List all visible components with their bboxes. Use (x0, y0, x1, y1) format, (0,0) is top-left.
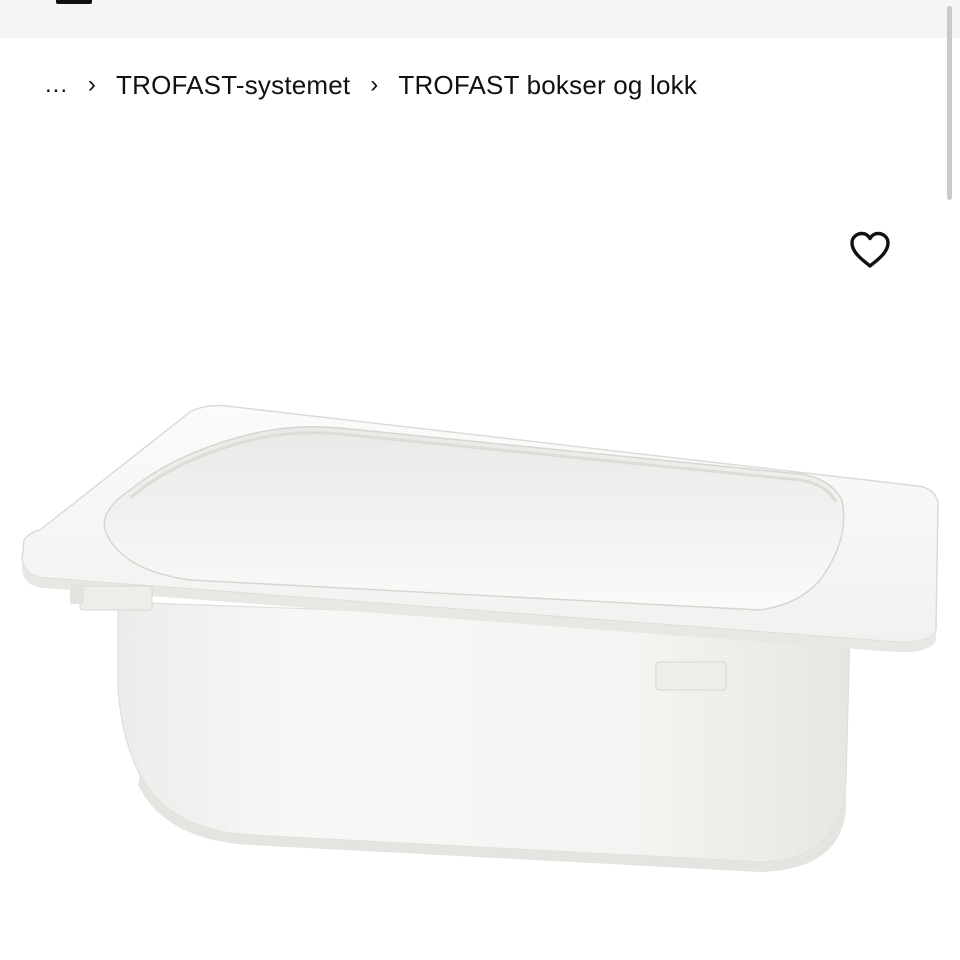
breadcrumb-item-trofast-systemet[interactable]: TROFAST-systemet (116, 70, 350, 101)
product-page: ... › TROFAST-systemet › TROFAST bokser … (0, 0, 960, 960)
breadcrumb-ellipsis[interactable]: ... (45, 71, 68, 99)
breadcrumb-separator: › (87, 71, 97, 98)
breadcrumb-separator: › (370, 71, 379, 98)
top-bar (0, 0, 960, 38)
add-to-favorites-button[interactable] (846, 226, 894, 274)
product-image[interactable] (0, 390, 960, 960)
storage-box-image (21, 404, 939, 872)
heart-outline-icon (850, 231, 890, 268)
breadcrumb: ... › TROFAST-systemet › TROFAST bokser … (45, 64, 697, 106)
scrollbar-thumb[interactable] (947, 6, 952, 200)
menu-icon[interactable] (56, 0, 92, 4)
breadcrumb-item-trofast-bokser-og-lokk[interactable]: TROFAST bokser og lokk (398, 70, 697, 101)
